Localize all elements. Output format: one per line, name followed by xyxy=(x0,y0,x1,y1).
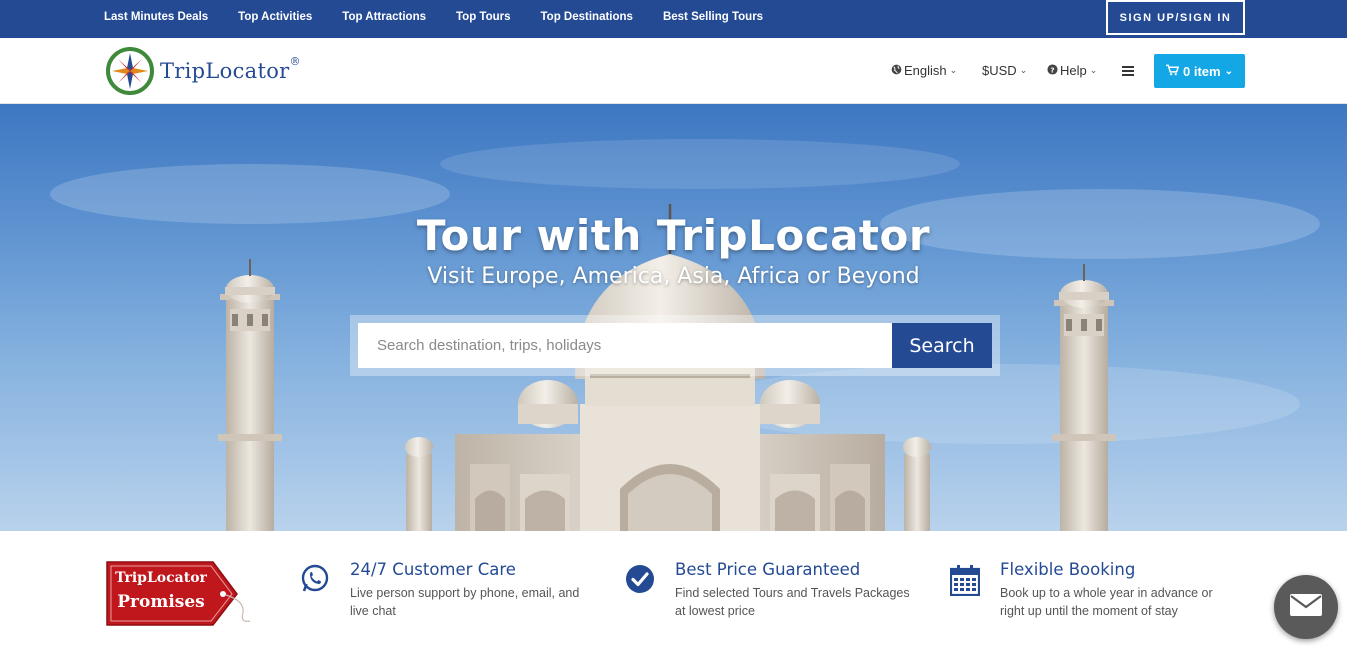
help-menu[interactable]: ? Help ⌄ xyxy=(1047,63,1097,78)
whatsapp-icon xyxy=(300,564,330,594)
chevron-down-icon: ⌄ xyxy=(1019,65,1028,75)
chevron-down-icon: ⌄ xyxy=(1224,65,1233,77)
feature-desc: Find selected Tours and Travels Packages… xyxy=(675,586,910,618)
promises-strip: TripLocator Promises 24/7 Customer Care … xyxy=(0,531,1347,646)
nav-link-top-attractions[interactable]: Top Attractions xyxy=(342,11,426,23)
search-button[interactable]: Search xyxy=(892,323,992,368)
language-label: English xyxy=(904,63,947,78)
check-circle-icon xyxy=(625,564,655,594)
badge-line-1: TripLocator xyxy=(115,570,207,586)
currency-selector[interactable]: $USD ⌄ xyxy=(982,63,1027,78)
nav-link-top-destinations[interactable]: Top Destinations xyxy=(541,11,633,23)
cart-button[interactable]: 0 item ⌄ xyxy=(1154,54,1245,88)
feature-title: Flexible Booking xyxy=(1000,560,1136,579)
triplocator-promises-badge: TripLocator Promises xyxy=(105,561,255,627)
nav-link-top-activities[interactable]: Top Activities xyxy=(238,11,312,23)
logo[interactable]: TripLocator ® xyxy=(106,47,301,95)
hamburger-menu-icon[interactable] xyxy=(1122,66,1134,76)
main-header: TripLocator ® English ⌄ $USD ⌄ ? Help ⌄ … xyxy=(0,38,1347,104)
svg-text:?: ? xyxy=(1050,65,1054,74)
question-circle-icon: ? xyxy=(1047,63,1058,78)
nav-link-last-minute-deals[interactable]: Last Minutes Deals xyxy=(104,11,208,23)
currency-label: $USD xyxy=(982,63,1017,78)
search-box: Search xyxy=(350,315,1000,376)
feature-title: Best Price Guaranteed xyxy=(675,560,861,579)
badge-line-2: Promises xyxy=(117,592,205,612)
compass-logo-icon xyxy=(106,47,154,95)
nav-link-best-selling-tours[interactable]: Best Selling Tours xyxy=(663,11,763,23)
chevron-down-icon: ⌄ xyxy=(949,65,958,75)
feature-desc: Live person support by phone, email, and… xyxy=(350,586,580,618)
cart-label: 0 item xyxy=(1183,63,1221,79)
nav-link-top-tours[interactable]: Top Tours xyxy=(456,11,511,23)
feature-desc: Book up to a whole year in advance or ri… xyxy=(1000,586,1213,618)
registered-mark: ® xyxy=(289,54,301,68)
hero-subtitle: Visit Europe, America, Asia, Africa or B… xyxy=(427,264,920,289)
search-input[interactable] xyxy=(358,323,892,368)
logo-text: TripLocator xyxy=(160,59,290,83)
calendar-icon xyxy=(949,564,981,597)
shopping-cart-icon xyxy=(1166,64,1180,79)
top-bar: Last Minutes Deals Top Activities Top At… xyxy=(0,0,1347,38)
hero-title: Tour with TripLocator xyxy=(416,211,931,260)
contact-mail-button[interactable] xyxy=(1274,575,1338,639)
language-selector[interactable]: English ⌄ xyxy=(891,63,957,78)
globe-icon xyxy=(891,64,902,78)
help-label: Help xyxy=(1060,63,1087,78)
chevron-down-icon: ⌄ xyxy=(1089,65,1098,75)
hero-banner: Tour with TripLocator Visit Europe, Amer… xyxy=(0,104,1347,531)
feature-title: 24/7 Customer Care xyxy=(350,560,516,579)
envelope-icon xyxy=(1290,593,1322,621)
top-nav: Last Minutes Deals Top Activities Top At… xyxy=(104,0,793,33)
signin-button[interactable]: SIGN UP/SIGN IN xyxy=(1106,0,1245,35)
